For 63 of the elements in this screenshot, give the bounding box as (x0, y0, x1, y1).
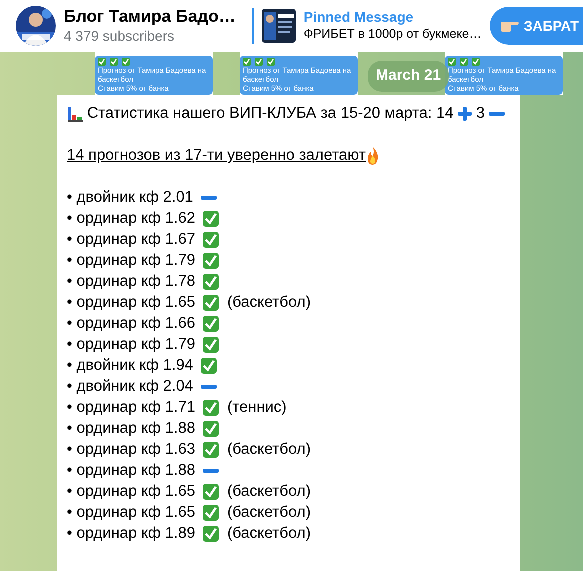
bet-line: • ординар кф 1.66 (67, 314, 196, 334)
check-icon (98, 58, 106, 66)
bet-line: • ординар кф 1.88 (67, 419, 196, 439)
bet-line: • ординар кф 1.63 (67, 440, 196, 460)
sport-note: (баскетбол) (227, 440, 312, 460)
sport-note: (теннис) (227, 398, 287, 418)
check-icon (203, 294, 220, 310)
check-icon (460, 58, 468, 66)
check-icon (203, 484, 220, 500)
bet-line: • ординар кф 1.67 (67, 230, 196, 250)
check-icon (203, 274, 220, 290)
check-icon (122, 58, 130, 66)
check-icon (255, 58, 263, 66)
pinned-label: Pinned Message (304, 9, 415, 26)
subscriber-count: 4 379 subscribers (64, 27, 176, 45)
check-icon (203, 316, 220, 332)
loss-count: 3 (476, 105, 485, 122)
sport-note: (баскетбол) (227, 293, 312, 313)
pinned-message[interactable]: ФРИБЕТ в 1000р от букмеке… (304, 26, 482, 43)
bet-line: • ординар кф 1.71 (67, 398, 196, 418)
check-icon (110, 58, 118, 66)
minus-icon (201, 384, 218, 388)
bet-line: • ординар кф 1.62 (67, 209, 196, 229)
check-icon (203, 252, 220, 268)
sport-note: (баскетбол) (227, 524, 312, 544)
bar-chart-icon (67, 106, 83, 122)
stats-text: Статистика нашего ВИП-КЛУБА за 15-20 марта: 14 (87, 105, 454, 122)
check-icon (203, 336, 220, 352)
bet-line: • двойник кф 2.01 (67, 188, 194, 208)
check-icon (203, 400, 220, 416)
bet-line: • двойник кф 2.04 (67, 377, 194, 397)
check-icon (472, 58, 480, 66)
summary-text: 14 прогнозов из 17-ти уверенно залетают (67, 147, 366, 164)
bet-line: • ординар кф 1.79 (67, 251, 196, 271)
bet-line: • ординар кф 1.88 (67, 461, 196, 481)
sport-note: (баскетбол) (227, 482, 312, 502)
bet-line: • ординар кф 1.65 (67, 503, 196, 523)
check-icon (203, 526, 220, 542)
check-icon (203, 504, 220, 520)
bet-line: • ординар кф 1.89 (67, 524, 196, 544)
fire-icon (366, 146, 380, 165)
claim-button[interactable]: ЗАБРАТ (490, 7, 583, 45)
check-icon (267, 58, 275, 66)
bet-line: • ординар кф 1.79 (67, 335, 196, 355)
check-icon (243, 58, 251, 66)
bet-line: • ординар кф 1.65 (67, 293, 196, 313)
channel-title: Блог Тамира Бадо… (64, 7, 236, 27)
check-icon (448, 58, 456, 66)
minus-icon (489, 112, 506, 116)
sport-note: (баскетбол) (227, 503, 312, 523)
check-icon (201, 358, 218, 374)
check-icon (203, 210, 220, 226)
bet-line: • двойник кф 1.94 (67, 356, 194, 376)
minus-icon (201, 196, 218, 200)
check-icon (203, 420, 220, 436)
check-icon (203, 442, 220, 458)
check-icon (203, 232, 220, 248)
bet-line: • ординар кф 1.78 (67, 272, 196, 292)
minus-icon (203, 468, 220, 472)
plus-icon (458, 106, 472, 121)
bet-line: • ординар кф 1.65 (67, 482, 196, 502)
pointing-hand-icon (500, 19, 520, 33)
date-badge: March 21 (368, 61, 450, 92)
